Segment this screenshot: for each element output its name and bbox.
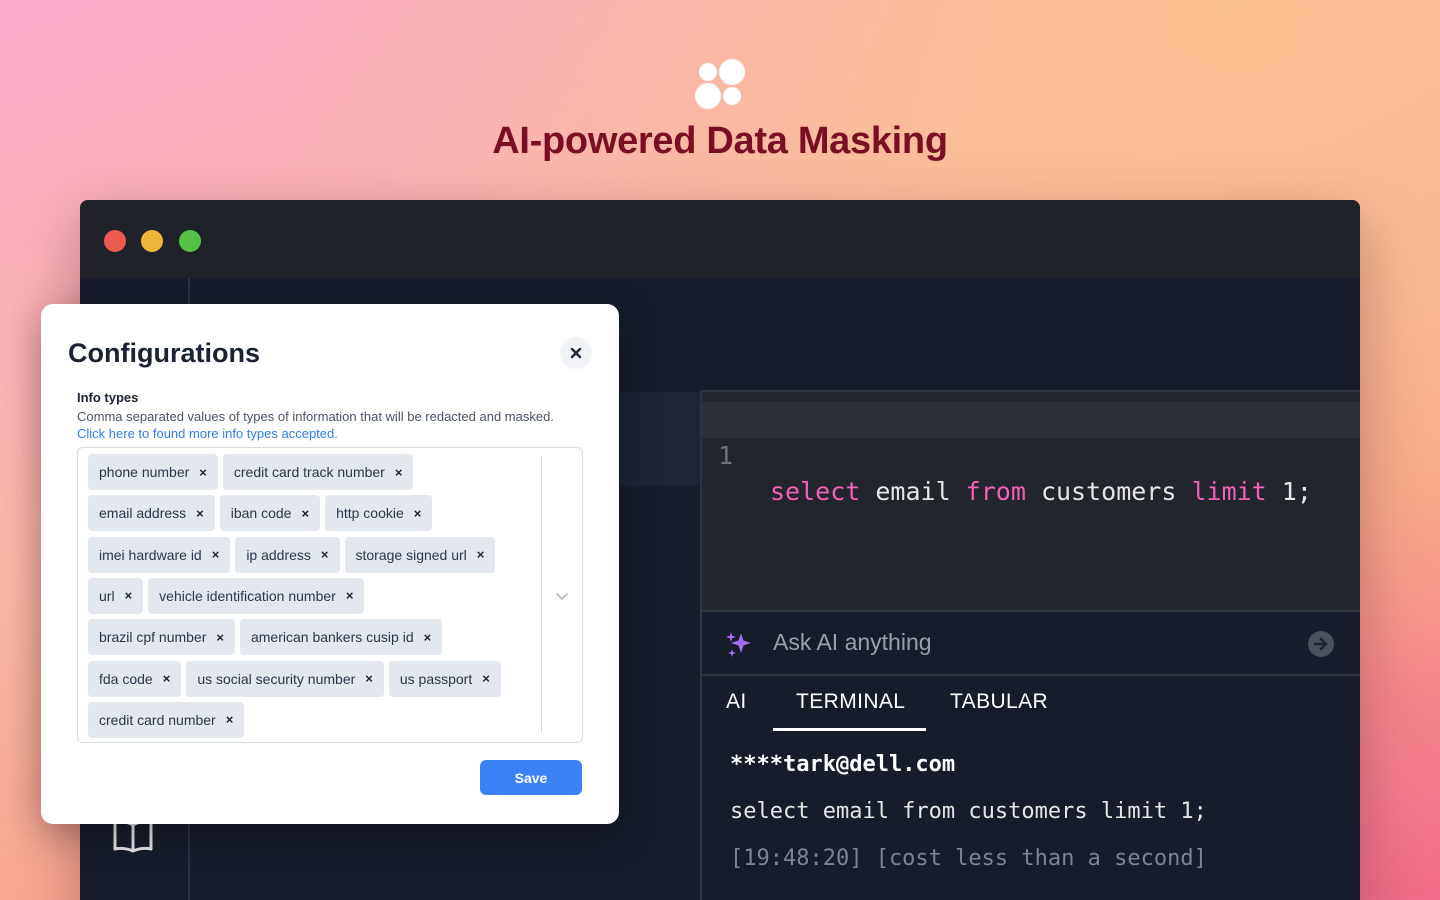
tag-label: ip address [246,546,311,563]
info-type-tag: us social security number × [186,660,384,697]
code-text: select email from customers limit 1; [770,474,1312,510]
tag-label: credit card track number [233,464,385,480]
info-type-tag: credit card number × [88,701,245,738]
modal-title: Configurations [68,338,260,368]
tag-label: url [99,587,115,604]
info-type-tag: email address × [88,495,215,532]
remove-tag-icon[interactable]: × [216,630,224,645]
hero-title: AI-powered Data Masking [492,120,948,162]
window-titlebar [80,200,1360,278]
tag-label: us social security number [197,670,356,687]
info-type-tag: fda code × [88,660,182,697]
remove-tag-icon[interactable]: × [301,506,309,521]
sparkle-icon [726,632,751,657]
info-type-tag: brazil cpf number × [88,619,235,656]
active-tab-indicator [773,728,926,731]
info-type-tag: http cookie × [325,495,433,532]
tag-label: us passport [399,670,473,687]
timing-line: [19:48:20] [cost less than a second] [730,846,1207,871]
info-type-tag: url × [88,577,144,614]
tag-list: phone number × credit card track number × em… [88,454,533,740]
remove-tag-icon[interactable]: × [196,506,204,521]
info-type-tag: imei hardware id × [88,536,231,573]
chevron-down-icon[interactable] [554,588,570,604]
tag-label: vehicle identification number [159,587,336,604]
minimize-dot[interactable] [141,230,163,252]
info-types-multiselect[interactable]: phone number × credit card track number × em… [77,447,583,743]
keyword-from: from [965,477,1026,506]
tag-label: phone number [99,464,190,480]
tag-row: url × vehicle identification number × [88,577,365,614]
tag-row: email address × iban code × http cookie × [88,495,433,532]
tag-label: http cookie [336,505,404,522]
remove-tag-icon[interactable]: × [346,588,354,603]
remove-tag-icon[interactable]: × [212,547,220,562]
code-limit-value: 1; [1266,477,1312,506]
code-identifier-customers: customers [1025,477,1192,506]
results-panel-strip [620,392,700,486]
line-number: 1 [718,441,734,470]
info-type-tag: phone number × [88,454,218,490]
remove-tag-icon[interactable]: × [199,465,207,480]
tag-row: imei hardware id × ip address × storage sign… [88,536,496,573]
output-tabs: AI TERMINAL TABULAR [702,676,1360,734]
query-echo-line: select email from customers limit 1; [730,799,1207,824]
send-arrow-icon[interactable] [1306,629,1336,659]
four-dots-logo [695,59,745,109]
close-dot[interactable] [104,230,126,252]
tag-row: brazil cpf number × american bankers cusip… [88,619,443,656]
close-icon [570,347,582,359]
info-type-tag: ip address × [235,536,340,573]
tag-label: email address [99,505,187,522]
remove-tag-icon[interactable]: × [482,671,490,686]
info-type-tag: iban code × [219,495,321,532]
ai-input-placeholder[interactable]: Ask AI anything [773,629,932,656]
info-type-tag: storage signed url × [344,536,496,573]
help-text: Comma separated values of types of infor… [77,409,554,424]
tag-label: credit card number [99,711,216,728]
tab-tabular[interactable]: TABULAR [950,690,1048,714]
tag-label: storage signed url [355,546,467,563]
info-types-help: Comma separated values of types of infor… [77,408,577,442]
info-type-tag: american bankers cusip id × [239,619,443,656]
configurations-modal: Configurations Info types Comma separate… [41,304,619,824]
tag-row: fda code × us social security number × us pa… [88,660,501,697]
masked-result-line: ****tark@dell.com [730,752,956,777]
remove-tag-icon[interactable]: × [477,547,485,562]
remove-tag-icon[interactable]: × [125,588,133,603]
tag-label: imei hardware id [99,546,202,563]
tag-row: credit card number × [88,701,245,738]
save-button[interactable]: Save [480,760,582,795]
remove-tag-icon[interactable]: × [395,465,403,480]
remove-tag-icon[interactable]: × [365,671,373,686]
sql-editor[interactable]: 1 select email from customers limit 1; [700,390,1360,610]
info-type-tag: us passport × [388,660,501,697]
info-type-tag: credit card track number × [222,454,414,490]
keyword-select: select [770,477,861,506]
tab-terminal[interactable]: TERMINAL [796,690,905,714]
close-button[interactable] [560,337,592,369]
code-identifier-email: email [860,477,966,506]
info-type-tag: vehicle identification number × [148,577,365,614]
remove-tag-icon[interactable]: × [424,630,432,645]
remove-tag-icon[interactable]: × [226,712,234,727]
tag-label: american bankers cusip id [250,629,414,646]
tag-label: brazil cpf number [99,629,207,646]
multiselect-divider [541,457,542,733]
tab-ai[interactable]: AI [726,690,747,714]
code-line: 1 select email from customers limit 1; [702,402,1360,506]
tag-label: iban code [230,505,292,522]
tag-label: fda code [99,670,153,687]
remove-tag-icon[interactable]: × [321,547,329,562]
remove-tag-icon[interactable]: × [414,506,422,521]
keyword-limit: limit [1191,477,1267,506]
info-types-link[interactable]: Click here to found more info types acce… [77,426,338,441]
tag-row: phone number × credit card track number × [88,454,414,490]
maximize-dot[interactable] [179,230,201,252]
remove-tag-icon[interactable]: × [163,671,171,686]
ai-prompt-bar[interactable]: Ask AI anything [702,610,1360,676]
info-types-label: Info types [77,390,139,405]
